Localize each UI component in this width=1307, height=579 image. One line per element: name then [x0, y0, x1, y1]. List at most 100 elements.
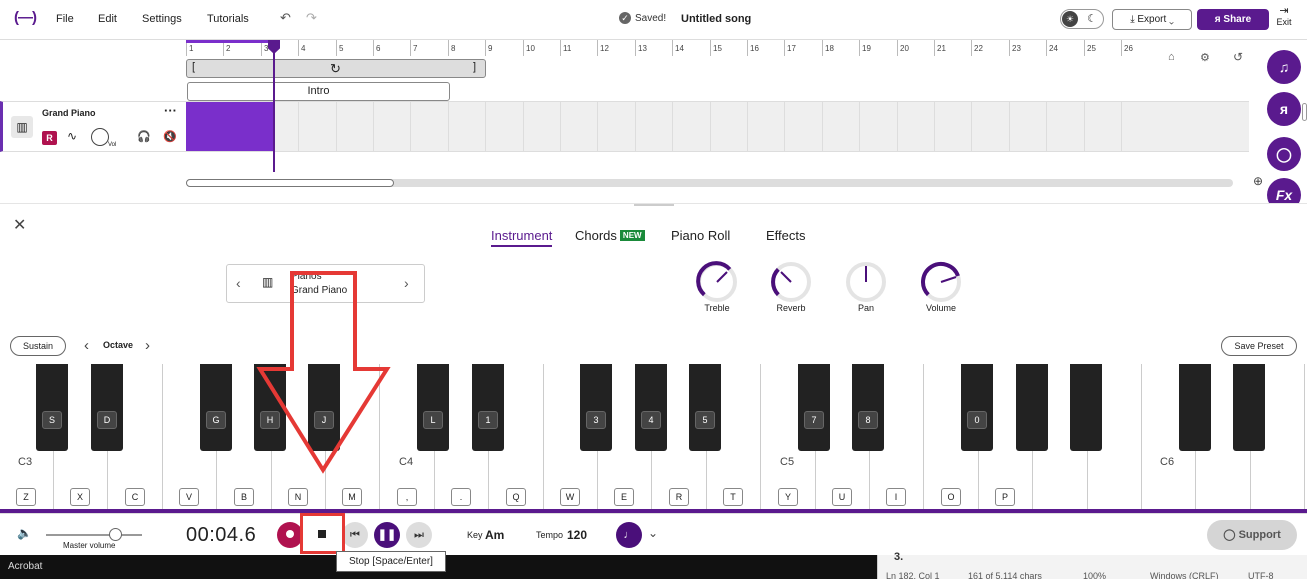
gear-icon[interactable]: ⚙: [1200, 51, 1210, 64]
volume-knob-dial[interactable]: [920, 261, 962, 303]
black-key[interactable]: 5: [689, 364, 721, 451]
record-arm-badge[interactable]: R: [42, 131, 57, 145]
tab-chords[interactable]: Chords NEW: [575, 228, 645, 243]
treble-knob-dial[interactable]: [696, 261, 738, 303]
tab-instrument[interactable]: Instrument: [491, 228, 553, 247]
ruler-bar-number: 21: [937, 44, 946, 53]
ruler-bar-number: 3: [264, 44, 269, 53]
menu-file[interactable]: File: [56, 13, 74, 25]
zoom-in-icon[interactable]: ⊕: [1253, 174, 1263, 188]
piano-keyboard[interactable]: Z X C V B N M,. Q W E R T Y U I O P C3 C4 C5 C6 S D G H J L 1 3 4 5 7 8 0: [0, 364, 1307, 513]
loop-start-handle-icon[interactable]: [: [192, 61, 195, 73]
scrollbar-vertical[interactable]: [1302, 103, 1307, 121]
rewind-button[interactable]: ⏮: [342, 522, 368, 548]
octave-up-icon[interactable]: ›: [145, 337, 150, 354]
black-key[interactable]: 0: [961, 364, 993, 451]
chevron-down-icon[interactable]: ⌄: [648, 526, 658, 540]
sustain-button[interactable]: Sustain: [10, 336, 66, 356]
close-icon[interactable]: ✕: [13, 215, 26, 235]
scrollbar-thumb[interactable]: [186, 179, 394, 187]
track-name[interactable]: Grand Piano: [42, 108, 96, 118]
ruler-bar-number: 17: [787, 44, 796, 53]
loop-region[interactable]: [ ↻ ]: [186, 59, 486, 78]
chevron-left-icon[interactable]: ‹: [236, 275, 241, 291]
metronome-timeline-icon[interactable]: ⌂: [1168, 51, 1175, 63]
track-header[interactable]: ▥ Grand Piano ··· R ∿ Vol 🎧 🔇: [0, 101, 186, 152]
octave-down-icon[interactable]: ‹: [84, 337, 89, 354]
music-note-icon[interactable]: ♫: [1267, 50, 1301, 84]
black-key[interactable]: 7: [798, 364, 830, 451]
audio-clip[interactable]: [186, 102, 274, 151]
tempo-value[interactable]: 120: [567, 528, 587, 542]
song-title[interactable]: Untitled song: [681, 13, 751, 25]
tab-effects[interactable]: Effects: [766, 228, 806, 243]
bar-ruler[interactable]: 1 2 3 4 5 6 7 8 9 10 11 12 13 14 15 16 17 18 19 20 21 22 23 24 2…: [186, 40, 1249, 56]
mute-icon[interactable]: 🔇: [163, 130, 177, 143]
pan-knob[interactable]: Pan: [841, 261, 891, 313]
black-key[interactable]: 4: [635, 364, 667, 451]
ruler-bar-number: 18: [825, 44, 834, 53]
menu-tutorials[interactable]: Tutorials: [207, 13, 249, 25]
redo-icon[interactable]: ↷: [306, 10, 317, 26]
background-editor-strip: 3. Ln 182, Col 1 161 of 5,114 chars 100%…: [877, 551, 1307, 579]
app-logo[interactable]: (—): [14, 9, 37, 26]
loop-end-handle-icon[interactable]: ]: [473, 61, 476, 73]
track-lane[interactable]: [186, 101, 1249, 152]
reverb-knob[interactable]: Reverb: [766, 261, 816, 313]
reverb-knob-dial[interactable]: [770, 261, 812, 303]
exit-button[interactable]: ⇥ Exit: [1274, 6, 1294, 28]
black-key[interactable]: D: [91, 364, 123, 451]
black-key[interactable]: 8: [852, 364, 884, 451]
support-button[interactable]: ◯ Support: [1207, 520, 1297, 550]
lane-grid-line: [897, 102, 898, 152]
black-key[interactable]: [1233, 364, 1265, 451]
black-key[interactable]: 1: [472, 364, 504, 451]
master-volume-slider[interactable]: [46, 528, 142, 541]
refresh-icon[interactable]: ↺: [1233, 50, 1243, 64]
volume-label: Volume: [925, 303, 957, 313]
loop-icon[interactable]: ↻: [330, 61, 341, 77]
moon-icon: ☾: [1087, 13, 1097, 25]
key-shortcut-label: .: [451, 488, 471, 506]
pause-button[interactable]: ❚❚: [374, 522, 400, 548]
horizontal-scrollbar[interactable]: [186, 179, 1233, 187]
theme-toggle[interactable]: ☀ ☾: [1060, 9, 1104, 29]
volume-knob-panel[interactable]: Volume: [916, 261, 966, 313]
chat-icon[interactable]: ◯: [1267, 137, 1301, 171]
headphones-icon[interactable]: 🎧: [137, 130, 151, 143]
black-key[interactable]: S: [36, 364, 68, 451]
panel-drag-handle[interactable]: [634, 204, 674, 206]
share-button[interactable]: ᴙ Share: [1197, 9, 1269, 30]
black-key[interactable]: L: [417, 364, 449, 451]
tab-piano-roll[interactable]: Piano Roll: [671, 228, 730, 243]
support-label: Support: [1238, 529, 1281, 541]
pan-knob-dial[interactable]: [845, 261, 887, 303]
treble-knob[interactable]: Treble: [692, 261, 742, 313]
speaker-icon[interactable]: 🔈: [17, 526, 32, 540]
lane-grid-line: [560, 102, 561, 152]
more-icon[interactable]: ···: [164, 103, 177, 118]
black-key[interactable]: G: [200, 364, 232, 451]
save-preset-button[interactable]: Save Preset: [1221, 336, 1297, 356]
metronome-button[interactable]: ♩: [616, 522, 642, 548]
volume-knob[interactable]: [91, 128, 109, 146]
export-button[interactable]: ⤓ Export ⌄: [1112, 9, 1192, 30]
collaborators-icon[interactable]: ᴙ: [1267, 92, 1301, 126]
menu-settings[interactable]: Settings: [142, 13, 182, 25]
lane-grid-line: [635, 102, 636, 152]
automation-icon[interactable]: ∿: [67, 129, 77, 143]
playhead[interactable]: [273, 40, 275, 172]
menu-edit[interactable]: Edit: [98, 13, 117, 25]
key-value[interactable]: Am: [485, 528, 504, 542]
ruler-bar-number: 10: [526, 44, 535, 53]
black-key[interactable]: [1016, 364, 1048, 451]
black-key[interactable]: 3: [580, 364, 612, 451]
master-volume-thumb[interactable]: [109, 528, 122, 541]
black-key[interactable]: [1179, 364, 1211, 451]
ruler-loop-highlight: [186, 40, 274, 43]
section-marker[interactable]: Intro: [187, 82, 450, 101]
undo-icon[interactable]: ↶: [280, 10, 291, 26]
chevron-right-icon[interactable]: ›: [404, 275, 409, 291]
fast-forward-button[interactable]: ⏭: [406, 522, 432, 548]
black-key[interactable]: [1070, 364, 1102, 451]
